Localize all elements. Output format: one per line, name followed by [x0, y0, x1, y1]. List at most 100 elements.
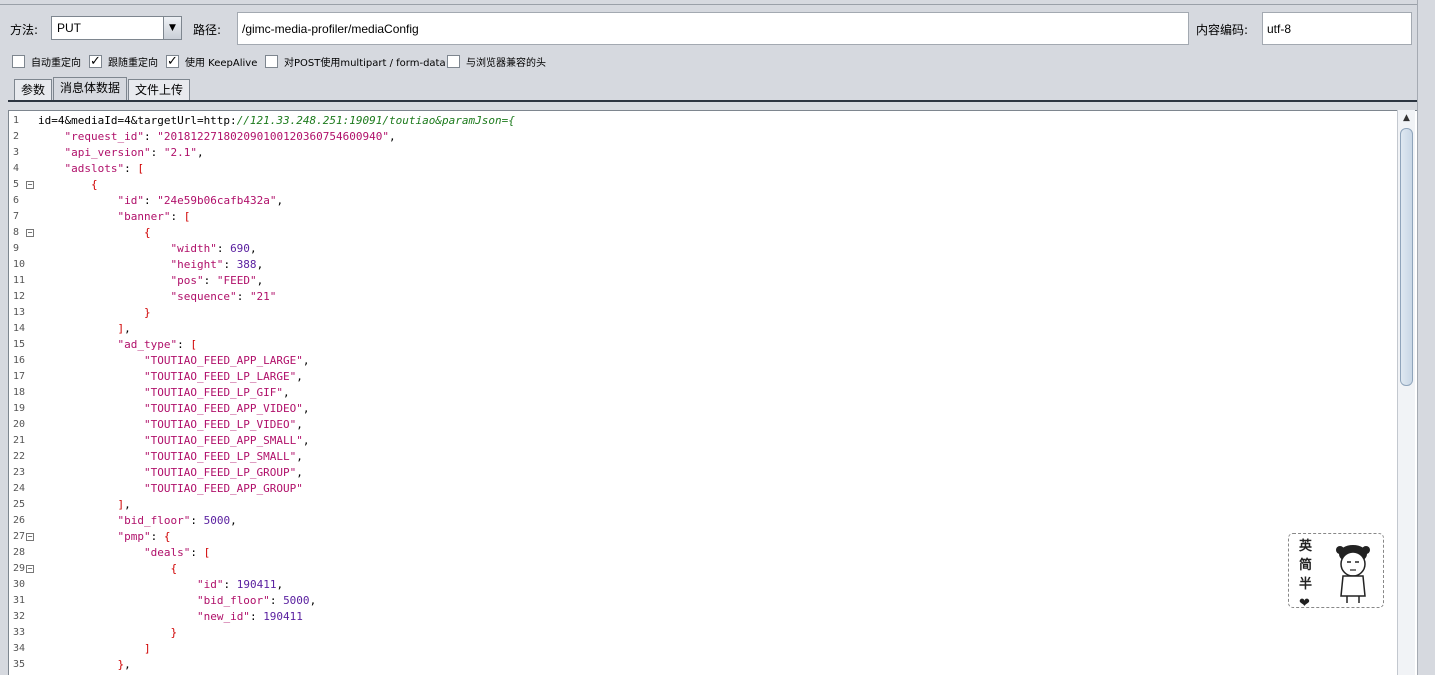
code-text: "width": 690,: [170, 242, 257, 255]
target-url: //121.33.248.251:19091/toutiao&paramJson…: [236, 114, 515, 127]
checkbox[interactable]: [12, 55, 25, 68]
code-text: "TOUTIAO_FEED_APP_LARGE",: [143, 354, 310, 367]
code-line: 5− {: [9, 177, 1399, 193]
code-text: "TOUTIAO_FEED_LP_GIF",: [143, 386, 290, 399]
ime-chars: 英 简 半 ❤: [1299, 537, 1312, 613]
code-text: "pmp": {: [117, 530, 171, 543]
code-line: 20 "TOUTIAO_FEED_LP_VIDEO",: [9, 417, 1399, 433]
code-text: "pos": "FEED",: [170, 274, 264, 287]
line-number: 19: [13, 403, 26, 414]
line-number: 18: [13, 387, 26, 398]
code-line: 9 "width": 690,: [9, 241, 1399, 257]
line-number: 26: [13, 515, 26, 526]
line-number: 10: [13, 259, 26, 270]
encoding-value: utf-8: [1267, 22, 1292, 36]
line-number: 11: [13, 275, 26, 286]
line-number: 7: [13, 211, 20, 222]
ime-char-script: 简: [1299, 558, 1313, 573]
code-text: "TOUTIAO_FEED_LP_VIDEO",: [143, 418, 303, 431]
tab-divider: [8, 100, 1417, 102]
code-line: 30 "id": 190411,: [9, 577, 1399, 593]
option-label: 使用 KeepAlive: [185, 58, 258, 69]
body-params-prefix: id=4&mediaId=4&targetUrl=http:: [38, 114, 237, 127]
line-number: 1: [13, 115, 20, 126]
option-auto-redirect[interactable]: 自动重定向: [12, 54, 81, 69]
path-input[interactable]: /gimc-media-profiler/mediaConfig: [237, 12, 1189, 45]
scroll-thumb[interactable]: [1400, 128, 1413, 386]
line-number: 30: [13, 579, 26, 590]
line-number: 9: [13, 243, 20, 254]
checkbox[interactable]: [447, 55, 460, 68]
option-browser-headers[interactable]: 与浏览器兼容的头: [447, 54, 546, 69]
option-follow-redirect[interactable]: ✓ 跟随重定向: [89, 54, 158, 69]
code-text: "sequence": "21": [170, 290, 277, 303]
option-label: 跟随重定向: [108, 58, 158, 69]
code-text: ]: [143, 642, 151, 655]
ime-status-widget[interactable]: 英 简 半 ❤: [1282, 528, 1384, 611]
code-line: 29− {: [9, 561, 1399, 577]
window-right-edge: [1417, 0, 1435, 675]
checkbox-checked[interactable]: ✓: [166, 55, 179, 68]
line-number: 6: [13, 195, 20, 206]
option-multipart[interactable]: 对POST使用multipart / form-data: [265, 54, 446, 69]
code-line: 34 ]: [9, 641, 1399, 657]
code-line: 19 "TOUTIAO_FEED_APP_VIDEO",: [9, 401, 1399, 417]
tab-body-data[interactable]: 消息体数据: [53, 77, 128, 100]
code-line: 27− "pmp": {: [9, 529, 1399, 545]
ime-char-width: 半: [1299, 577, 1313, 592]
code-text: "deals": [: [143, 546, 211, 559]
line-number: 33: [13, 627, 26, 638]
code-line: 8− {: [9, 225, 1399, 241]
chevron-down-icon[interactable]: ▼: [163, 17, 181, 39]
fold-toggle-icon[interactable]: −: [26, 565, 34, 573]
code-line: 17 "TOUTIAO_FEED_LP_LARGE",: [9, 369, 1399, 385]
scroll-up-icon[interactable]: ▲: [1398, 110, 1415, 126]
option-keepalive[interactable]: ✓ 使用 KeepAlive: [166, 54, 257, 69]
body-editor[interactable]: 1 id=4&mediaId=4&targetUrl=http://121.33.…: [8, 110, 1417, 675]
code-line: 7 "banner": [: [9, 209, 1399, 225]
code-text: "new_id": 190411: [196, 610, 303, 623]
line-number: 23: [13, 467, 26, 478]
fold-toggle-icon[interactable]: −: [26, 229, 34, 237]
code-text: "ad_type": [: [117, 338, 197, 351]
line-number: 34: [13, 643, 26, 654]
encoding-input[interactable]: utf-8: [1262, 12, 1412, 45]
fold-toggle-icon[interactable]: −: [26, 181, 34, 189]
code-text: ],: [117, 322, 131, 335]
code-text: "height": 388,: [170, 258, 264, 271]
option-label: 对POST使用multipart / form-data: [284, 58, 446, 69]
code-line: 10 "height": 388,: [9, 257, 1399, 273]
path-label: 路径:: [193, 23, 222, 37]
method-label: 方法:: [10, 23, 39, 37]
path-value: /gimc-media-profiler/mediaConfig: [242, 22, 419, 36]
fold-toggle-icon[interactable]: −: [26, 533, 34, 541]
line-number: 12: [13, 291, 26, 302]
code-line: 4 "adslots": [: [9, 161, 1399, 177]
code-text: "TOUTIAO_FEED_LP_GROUP",: [143, 466, 303, 479]
line-number: 16: [13, 355, 26, 366]
code-line: 6 "id": "24e59b06cafb432a",: [9, 193, 1399, 209]
tab-parameters[interactable]: 参数: [14, 79, 53, 100]
code-line: 33 }: [9, 625, 1399, 641]
code-line: 11 "pos": "FEED",: [9, 273, 1399, 289]
vertical-scrollbar[interactable]: ▲: [1397, 110, 1415, 675]
cartoon-figure-icon: [1336, 545, 1370, 603]
body-tabs: 参数 消息体数据 文件上传: [14, 77, 191, 100]
code-text: "TOUTIAO_FEED_APP_VIDEO",: [143, 402, 310, 415]
method-select[interactable]: PUT ▼: [51, 16, 182, 40]
code-line: 31 "bid_floor": 5000,: [9, 593, 1399, 609]
code-text: "TOUTIAO_FEED_LP_SMALL",: [143, 450, 303, 463]
line-number: 28: [13, 547, 26, 558]
code-text: "bid_floor": 5000,: [117, 514, 237, 527]
checkbox[interactable]: [265, 55, 278, 68]
option-label: 自动重定向: [31, 58, 81, 69]
line-number: 17: [13, 371, 26, 382]
code-text: "TOUTIAO_FEED_LP_LARGE",: [143, 370, 303, 383]
code-line: 25 ],: [9, 497, 1399, 513]
checkbox-checked[interactable]: ✓: [89, 55, 102, 68]
code-line: 18 "TOUTIAO_FEED_LP_GIF",: [9, 385, 1399, 401]
tab-file-upload[interactable]: 文件上传: [128, 79, 191, 100]
code-line: 1 id=4&mediaId=4&targetUrl=http://121.33.…: [9, 113, 1399, 129]
code-text: "adslots": [: [64, 162, 144, 175]
line-number: 35: [13, 659, 26, 670]
